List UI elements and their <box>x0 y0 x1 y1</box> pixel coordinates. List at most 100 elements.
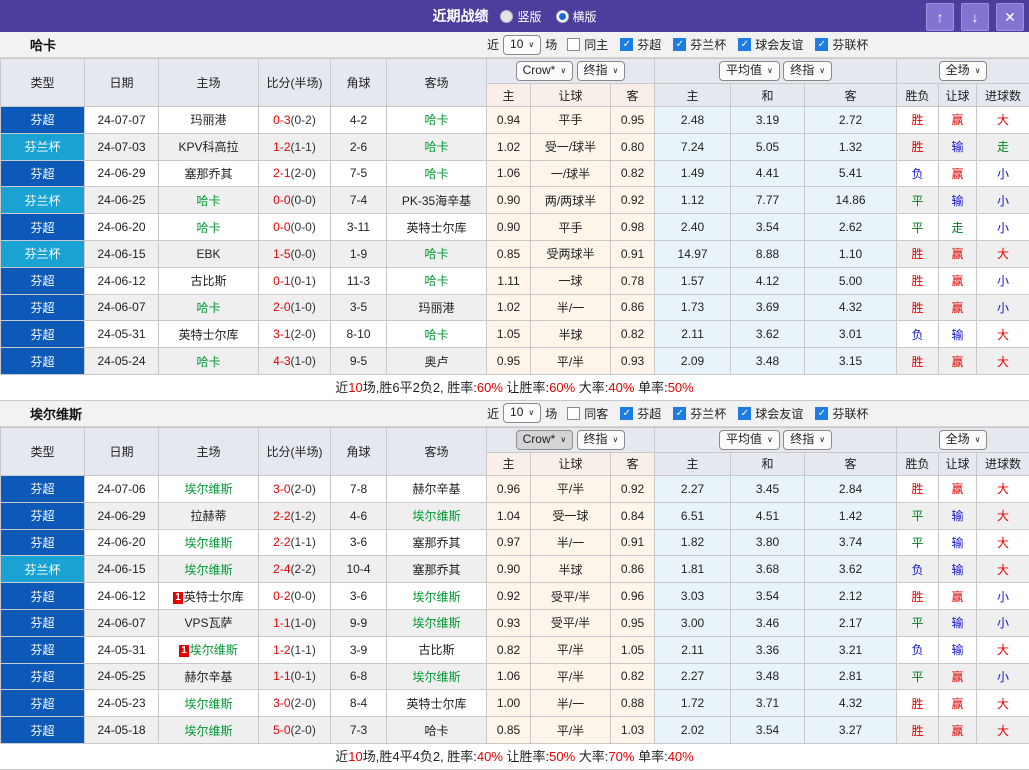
handicap-line: 平/半 <box>531 636 611 663</box>
move-up-button[interactable]: ↑ <box>926 3 954 31</box>
score-cell: 3-1(2-0) <box>259 321 331 348</box>
league-checkbox-club-friendly[interactable]: ✓ <box>738 38 751 51</box>
avg-home-odds: 1.73 <box>655 294 731 321</box>
score-cell: 0-2(0-0) <box>259 583 331 610</box>
avg-draw-odds: 3.62 <box>731 321 805 348</box>
league-checkbox-finland-super[interactable]: ✓ <box>620 407 633 420</box>
games-label: 场 <box>545 405 557 422</box>
handicap-away-odds: 0.78 <box>611 267 655 294</box>
handicap-home-odds: 0.85 <box>487 717 531 744</box>
score-cell: 2-2(1-1) <box>259 529 331 556</box>
odds-display-select[interactable]: 终指∨ <box>577 61 626 81</box>
close-button[interactable]: ✕ <box>996 3 1024 31</box>
result-outcome: 平 <box>897 529 939 556</box>
sub-col-avg-draw: 和 <box>731 452 805 475</box>
match-date: 24-06-20 <box>85 214 159 241</box>
chevron-down-icon: ∨ <box>613 432 619 447</box>
score-cell: 2-2(1-2) <box>259 502 331 529</box>
col-date: 日期 <box>85 59 159 107</box>
score-cell: 1-2(1-1) <box>259 133 331 160</box>
avg-draw-odds: 3.36 <box>731 636 805 663</box>
handicap-away-odds: 0.86 <box>611 294 655 321</box>
match-row: 芬兰杯24-07-03KPV科高拉1-2(1-1)2-6哈卡1.02受一/球半0… <box>1 133 1029 160</box>
avg-away-odds: 1.32 <box>805 133 897 160</box>
radio-horizontal-dot[interactable] <box>556 10 569 23</box>
same-venue-checkbox[interactable] <box>567 38 580 51</box>
avg-home-odds: 1.49 <box>655 160 731 187</box>
result-outcome: 胜 <box>897 133 939 160</box>
handicap-home-odds: 0.97 <box>487 529 531 556</box>
avg-home-odds: 3.00 <box>655 609 731 636</box>
handicap-away-odds: 0.82 <box>611 321 655 348</box>
avg-draw-odds: 4.41 <box>731 160 805 187</box>
handicap-home-odds: 1.00 <box>487 690 531 717</box>
avg-home-odds: 2.27 <box>655 475 731 502</box>
league-badge: 芬兰杯 <box>1 187 85 214</box>
corner-cell: 3-9 <box>331 636 387 663</box>
move-down-button[interactable]: ↓ <box>961 3 989 31</box>
score-cell: 3-0(2-0) <box>259 690 331 717</box>
avg-draw-odds: 8.88 <box>731 240 805 267</box>
result-handicap: 输 <box>939 556 977 583</box>
handicap-away-odds: 0.91 <box>611 529 655 556</box>
filters-away: 近 10∨ 场 同客 ✓ 芬超 ✓ 芬兰杯 ✓ 球会友谊 ✓ 芬联杯 <box>487 403 868 423</box>
home-team-cell: 埃尔维斯 <box>159 556 259 583</box>
avg-display-select[interactable]: 终指∨ <box>783 430 832 450</box>
avg-away-odds: 14.86 <box>805 187 897 214</box>
same-venue-checkbox[interactable] <box>567 407 580 420</box>
result-handicap: 走 <box>939 214 977 241</box>
sub-col-handicap-home: 主 <box>487 84 531 107</box>
league-badge: 芬超 <box>1 348 85 375</box>
odds-source-select[interactable]: Crow*∨ <box>516 430 574 450</box>
filters-home: 近 10∨ 场 同主 ✓ 芬超 ✓ 芬兰杯 ✓ 球会友谊 ✓ 芬联杯 <box>487 35 868 55</box>
match-row: 芬超24-06-121英特士尔库0-2(0-0)3-6埃尔维斯0.92受平/半0… <box>1 583 1029 610</box>
odds-source-select[interactable]: Crow*∨ <box>516 61 574 81</box>
result-goals: 小 <box>977 187 1029 214</box>
result-handicap: 输 <box>939 502 977 529</box>
score-cell: 5-0(2-0) <box>259 717 331 744</box>
radio-horizontal[interactable]: 横版 <box>556 8 597 25</box>
corner-cell: 8-10 <box>331 321 387 348</box>
avg-away-odds: 1.10 <box>805 240 897 267</box>
league-checkbox-club-friendly[interactable]: ✓ <box>738 407 751 420</box>
result-goals: 大 <box>977 717 1029 744</box>
away-team-cell: 英特士尔库 <box>387 214 487 241</box>
radio-vertical[interactable]: 竖版 <box>500 8 541 25</box>
match-date: 24-06-15 <box>85 240 159 267</box>
avg-display-select[interactable]: 终指∨ <box>783 61 832 81</box>
results-table-home: 类型 日期 主场 比分(半场) 角球 客场 Crow*∨ 终指∨ 平均值∨ 终指… <box>0 58 1029 375</box>
scope-select[interactable]: 全场∨ <box>939 430 988 450</box>
match-row: 芬超24-05-23埃尔维斯3-0(2-0)8-4英特士尔库1.00半/一0.8… <box>1 690 1029 717</box>
league-checkbox-finland-cup[interactable]: ✓ <box>673 38 686 51</box>
match-count-select[interactable]: 10∨ <box>503 403 541 423</box>
league-checkbox-finland-league-cup[interactable]: ✓ <box>815 407 828 420</box>
radio-vertical-dot[interactable] <box>500 10 513 23</box>
league-checkbox-finland-super[interactable]: ✓ <box>620 38 633 51</box>
avg-draw-odds: 3.54 <box>731 717 805 744</box>
result-handicap: 输 <box>939 609 977 636</box>
scope-select[interactable]: 全场∨ <box>939 61 988 81</box>
odds-display-select[interactable]: 终指∨ <box>577 430 626 450</box>
league-checkbox-finland-league-cup[interactable]: ✓ <box>815 38 828 51</box>
result-outcome: 平 <box>897 502 939 529</box>
avg-draw-odds: 3.54 <box>731 583 805 610</box>
handicap-home-odds: 0.90 <box>487 187 531 214</box>
score-cell: 4-3(1-0) <box>259 348 331 375</box>
chevron-down-icon: ∨ <box>613 63 619 78</box>
league-badge: 芬超 <box>1 267 85 294</box>
avg-away-odds: 5.41 <box>805 160 897 187</box>
match-date: 24-06-20 <box>85 529 159 556</box>
match-count-select[interactable]: 10∨ <box>503 35 541 55</box>
handicap-away-odds: 0.98 <box>611 214 655 241</box>
sub-col-handicap-home: 主 <box>487 452 531 475</box>
result-goals: 小 <box>977 609 1029 636</box>
avg-source-select[interactable]: 平均值∨ <box>719 430 780 450</box>
sub-col-handicap-away: 客 <box>611 84 655 107</box>
results-table-away: 类型 日期 主场 比分(半场) 角球 客场 Crow*∨ 终指∨ 平均值∨ 终指… <box>0 427 1029 744</box>
sub-col-result: 胜负 <box>897 84 939 107</box>
handicap-away-odds: 0.84 <box>611 502 655 529</box>
result-handicap: 赢 <box>939 160 977 187</box>
avg-source-select[interactable]: 平均值∨ <box>719 61 780 81</box>
result-outcome: 负 <box>897 556 939 583</box>
league-checkbox-finland-cup[interactable]: ✓ <box>673 407 686 420</box>
